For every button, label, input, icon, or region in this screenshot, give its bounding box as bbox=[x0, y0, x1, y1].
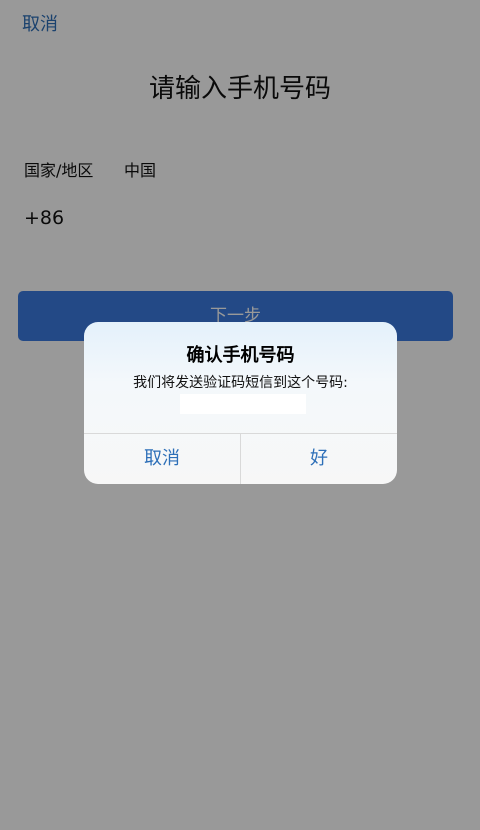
dialog-cancel-button[interactable]: 取消 bbox=[84, 434, 240, 484]
confirm-phone-dialog: 确认手机号码 我们将发送验证码短信到这个号码: 取消 好 bbox=[84, 322, 397, 484]
dialog-title: 确认手机号码 bbox=[186, 345, 295, 366]
dialog-message: 我们将发送验证码短信到这个号码: bbox=[133, 375, 348, 391]
dialog-phone-number bbox=[180, 394, 306, 414]
dialog-ok-button[interactable]: 好 bbox=[241, 434, 397, 484]
